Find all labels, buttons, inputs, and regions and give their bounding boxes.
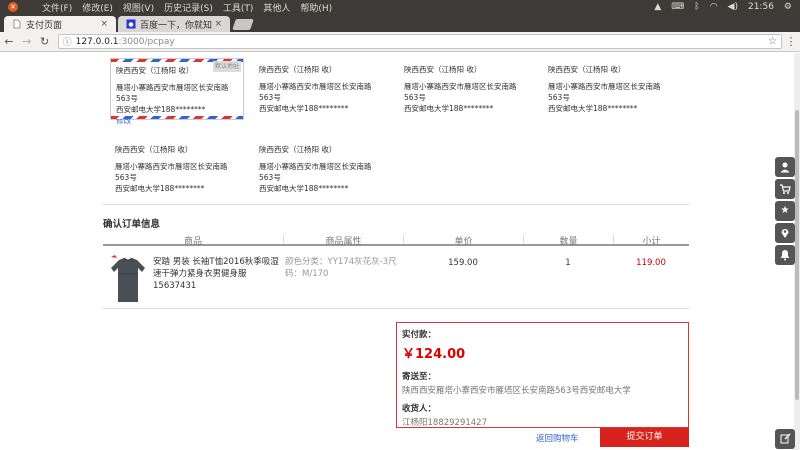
edit-icon[interactable] bbox=[775, 429, 795, 449]
address-card[interactable]: 陕西西安（江杨阳 收） 雁塔小寨路西安市雁塔区长安南路563号 西安邮电大学18… bbox=[543, 58, 677, 120]
side-toolbar: ★ bbox=[770, 53, 800, 450]
menu-help[interactable]: 帮助(H) bbox=[300, 1, 332, 14]
address-line: 西安邮电大学188******** bbox=[259, 184, 349, 193]
tab-label: 百度一下，你就知 bbox=[140, 20, 213, 31]
quantity: 1 bbox=[565, 258, 571, 268]
header-unit-price: 单价 bbox=[403, 234, 523, 247]
menu-people[interactable]: 其他人 bbox=[263, 1, 290, 14]
app-menu: 文件(F) 修改(E) 视图(V) 历史记录(S) 工具(T) 其他人 帮助(H… bbox=[42, 1, 332, 14]
menu-file[interactable]: 文件(F) bbox=[42, 1, 72, 14]
system-tray: ▲ ⌨ ᛒ ◠ ◀) 21:56 ⚙ bbox=[654, 2, 800, 12]
address-title: 陕西西安（江杨阳 收） bbox=[548, 65, 626, 74]
url-path: :3000/pcpay bbox=[118, 36, 175, 47]
address-line: 雁塔小寨路西安市雁塔区长安南路563号 bbox=[548, 82, 661, 102]
address-title: 陕西西安（江杨阳 收） bbox=[404, 65, 482, 74]
address-line: 西安邮电大学188******** bbox=[404, 104, 494, 113]
unit-price: 159.00 bbox=[448, 258, 478, 268]
clock[interactable]: 21:56 bbox=[748, 2, 774, 12]
page-content: 默认地址 陕西西安（江杨阳 收） 雁塔小寨路西安市雁塔区长安南路563号 西安邮… bbox=[0, 53, 800, 450]
cart-icon[interactable] bbox=[775, 179, 795, 199]
submit-order-button[interactable]: 提交订单 bbox=[600, 428, 689, 447]
address-card[interactable]: 陕西西安（江杨阳 收） 雁塔小寨路西安市雁塔区长安南路563号 西安邮电大学18… bbox=[254, 138, 388, 200]
tab-pay-page[interactable]: 支付页面 × bbox=[4, 16, 116, 32]
menu-tools[interactable]: 工具(T) bbox=[223, 1, 254, 14]
address-title: 陕西西安（江杨阳 收） bbox=[259, 145, 337, 154]
address-bar: ← → ↻ ⓘ 127.0.0.1:3000/pcpay ☆ ⋮ bbox=[0, 32, 800, 52]
wifi-icon[interactable]: ◠ bbox=[710, 2, 718, 12]
pay-amount: ￥124.00 bbox=[402, 347, 466, 362]
order-table-header: 商品 商品属性 单价 数量 小计 bbox=[103, 234, 689, 247]
keyboard-icon[interactable]: ⌨ bbox=[671, 2, 684, 12]
address-line: 雁塔小寨路西安市雁塔区长安南路563号 bbox=[259, 82, 372, 102]
close-icon[interactable]: × bbox=[214, 19, 222, 29]
bookmark-star-icon[interactable]: ☆ bbox=[768, 36, 777, 47]
menu-history[interactable]: 历史记录(S) bbox=[164, 1, 213, 14]
ship-to-label: 寄送至： bbox=[402, 372, 437, 382]
product-name[interactable]: 安踏 男装 长袖T恤2016秋季吸湿速干弹力紧身衣男健身服 15637431 bbox=[153, 252, 283, 308]
address-line: 雁塔小寨路西安市雁塔区长安南路563号 bbox=[116, 83, 229, 103]
address-line: 西安邮电大学188******** bbox=[115, 184, 205, 193]
address-line: 西安邮电大学188******** bbox=[548, 104, 638, 113]
address-card[interactable]: 默认地址 陕西西安（江杨阳 收） 雁塔小寨路西安市雁塔区长安南路563号 西安邮… bbox=[110, 58, 244, 125]
product-attributes: 颜色分类：YY174灰花灰-3尺码：M/170 bbox=[285, 257, 397, 279]
location-icon[interactable] bbox=[775, 223, 795, 243]
address-line: 雁塔小寨路西安市雁塔区长安南路563号 bbox=[404, 82, 517, 102]
header-subtotal: 小计 bbox=[613, 234, 689, 247]
new-tab-button[interactable] bbox=[232, 19, 254, 30]
address-title: 陕西西安（江杨阳 收） bbox=[259, 65, 337, 74]
address-line: 西安邮电大学188******** bbox=[116, 105, 206, 114]
menu-view[interactable]: 视图(V) bbox=[123, 1, 154, 14]
header-product: 商品 bbox=[183, 237, 202, 247]
tab-baidu[interactable]: 百度一下，你就知 × bbox=[118, 16, 230, 32]
bell-icon[interactable] bbox=[775, 245, 795, 265]
url-host: 127.0.0.1 bbox=[75, 36, 119, 47]
product-image[interactable] bbox=[109, 254, 147, 304]
edit-address-link[interactable]: 修改 bbox=[116, 115, 238, 126]
table-row: 安踏 男装 长袖T恤2016秋季吸湿速干弹力紧身衣男健身服 15637431 颜… bbox=[103, 252, 689, 309]
receiver-label: 收货人： bbox=[402, 404, 437, 414]
url-input[interactable]: ⓘ 127.0.0.1:3000/pcpay ☆ bbox=[57, 34, 783, 49]
back-icon[interactable]: ← bbox=[0, 35, 18, 48]
close-icon[interactable]: × bbox=[8, 2, 18, 12]
back-to-cart-link[interactable]: 返回购物车 bbox=[536, 432, 579, 444]
settings-icon[interactable]: ⚙ bbox=[784, 2, 792, 12]
address-card[interactable]: 陕西西安（江杨阳 收） 雁塔小寨路西安市雁塔区长安南路563号 西安邮电大学18… bbox=[110, 138, 244, 200]
ship-to-address: 陕西西安雁塔小寨西安市雁塔区长安南路563号西安邮电大学 bbox=[402, 386, 631, 396]
star-icon[interactable]: ★ bbox=[775, 201, 795, 221]
address-line: 雁塔小寨路西安市雁塔区长安南路563号 bbox=[115, 162, 228, 182]
tab-strip: 支付页面 × 百度一下，你就知 × bbox=[0, 14, 800, 32]
address-card[interactable]: 陕西西安（江杨阳 收） 雁塔小寨路西安市雁塔区长安南路563号 西安邮电大学18… bbox=[254, 58, 388, 120]
address-title: 陕西西安（江杨阳 收） bbox=[115, 145, 193, 154]
subtotal: 119.00 bbox=[636, 258, 666, 268]
address-card[interactable]: 陕西西安（江杨阳 收） 雁塔小寨路西安市雁塔区长安南路563号 西安邮电大学18… bbox=[399, 58, 533, 120]
browser-menu-icon[interactable]: ⋮ bbox=[782, 35, 800, 48]
notification-icon[interactable]: ▲ bbox=[654, 2, 661, 12]
address-line: 雁塔小寨路西安市雁塔区长安南路563号 bbox=[259, 162, 372, 182]
user-icon[interactable] bbox=[775, 157, 795, 177]
header-quantity: 数量 bbox=[523, 234, 613, 247]
volume-icon[interactable]: ◀) bbox=[728, 2, 738, 12]
bluetooth-icon[interactable]: ᛒ bbox=[694, 2, 699, 12]
menu-edit[interactable]: 修改(E) bbox=[82, 1, 113, 14]
order-section-title: 确认订单信息 bbox=[103, 219, 161, 230]
section-divider bbox=[103, 204, 689, 205]
page-icon bbox=[13, 19, 21, 29]
close-icon[interactable]: × bbox=[100, 19, 108, 29]
header-attributes: 商品属性 bbox=[283, 234, 403, 247]
baidu-icon bbox=[126, 19, 136, 29]
reload-icon[interactable]: ↻ bbox=[36, 35, 54, 48]
default-address-tag: 默认地址 bbox=[212, 61, 241, 72]
info-icon[interactable]: ⓘ bbox=[63, 35, 72, 48]
order-summary: 实付款： ￥124.00 寄送至： 陕西西安雁塔小寨西安市雁塔区长安南路563号… bbox=[396, 322, 689, 428]
forward-icon[interactable]: → bbox=[18, 35, 36, 48]
address-line: 西安邮电大学188******** bbox=[259, 104, 349, 113]
receiver-info: 江杨阳18829291427 bbox=[402, 418, 487, 428]
pay-amount-label: 实付款： bbox=[402, 330, 437, 340]
os-top-bar: × 文件(F) 修改(E) 视图(V) 历史记录(S) 工具(T) 其他人 帮助… bbox=[0, 0, 800, 14]
tab-label: 支付页面 bbox=[26, 20, 63, 31]
